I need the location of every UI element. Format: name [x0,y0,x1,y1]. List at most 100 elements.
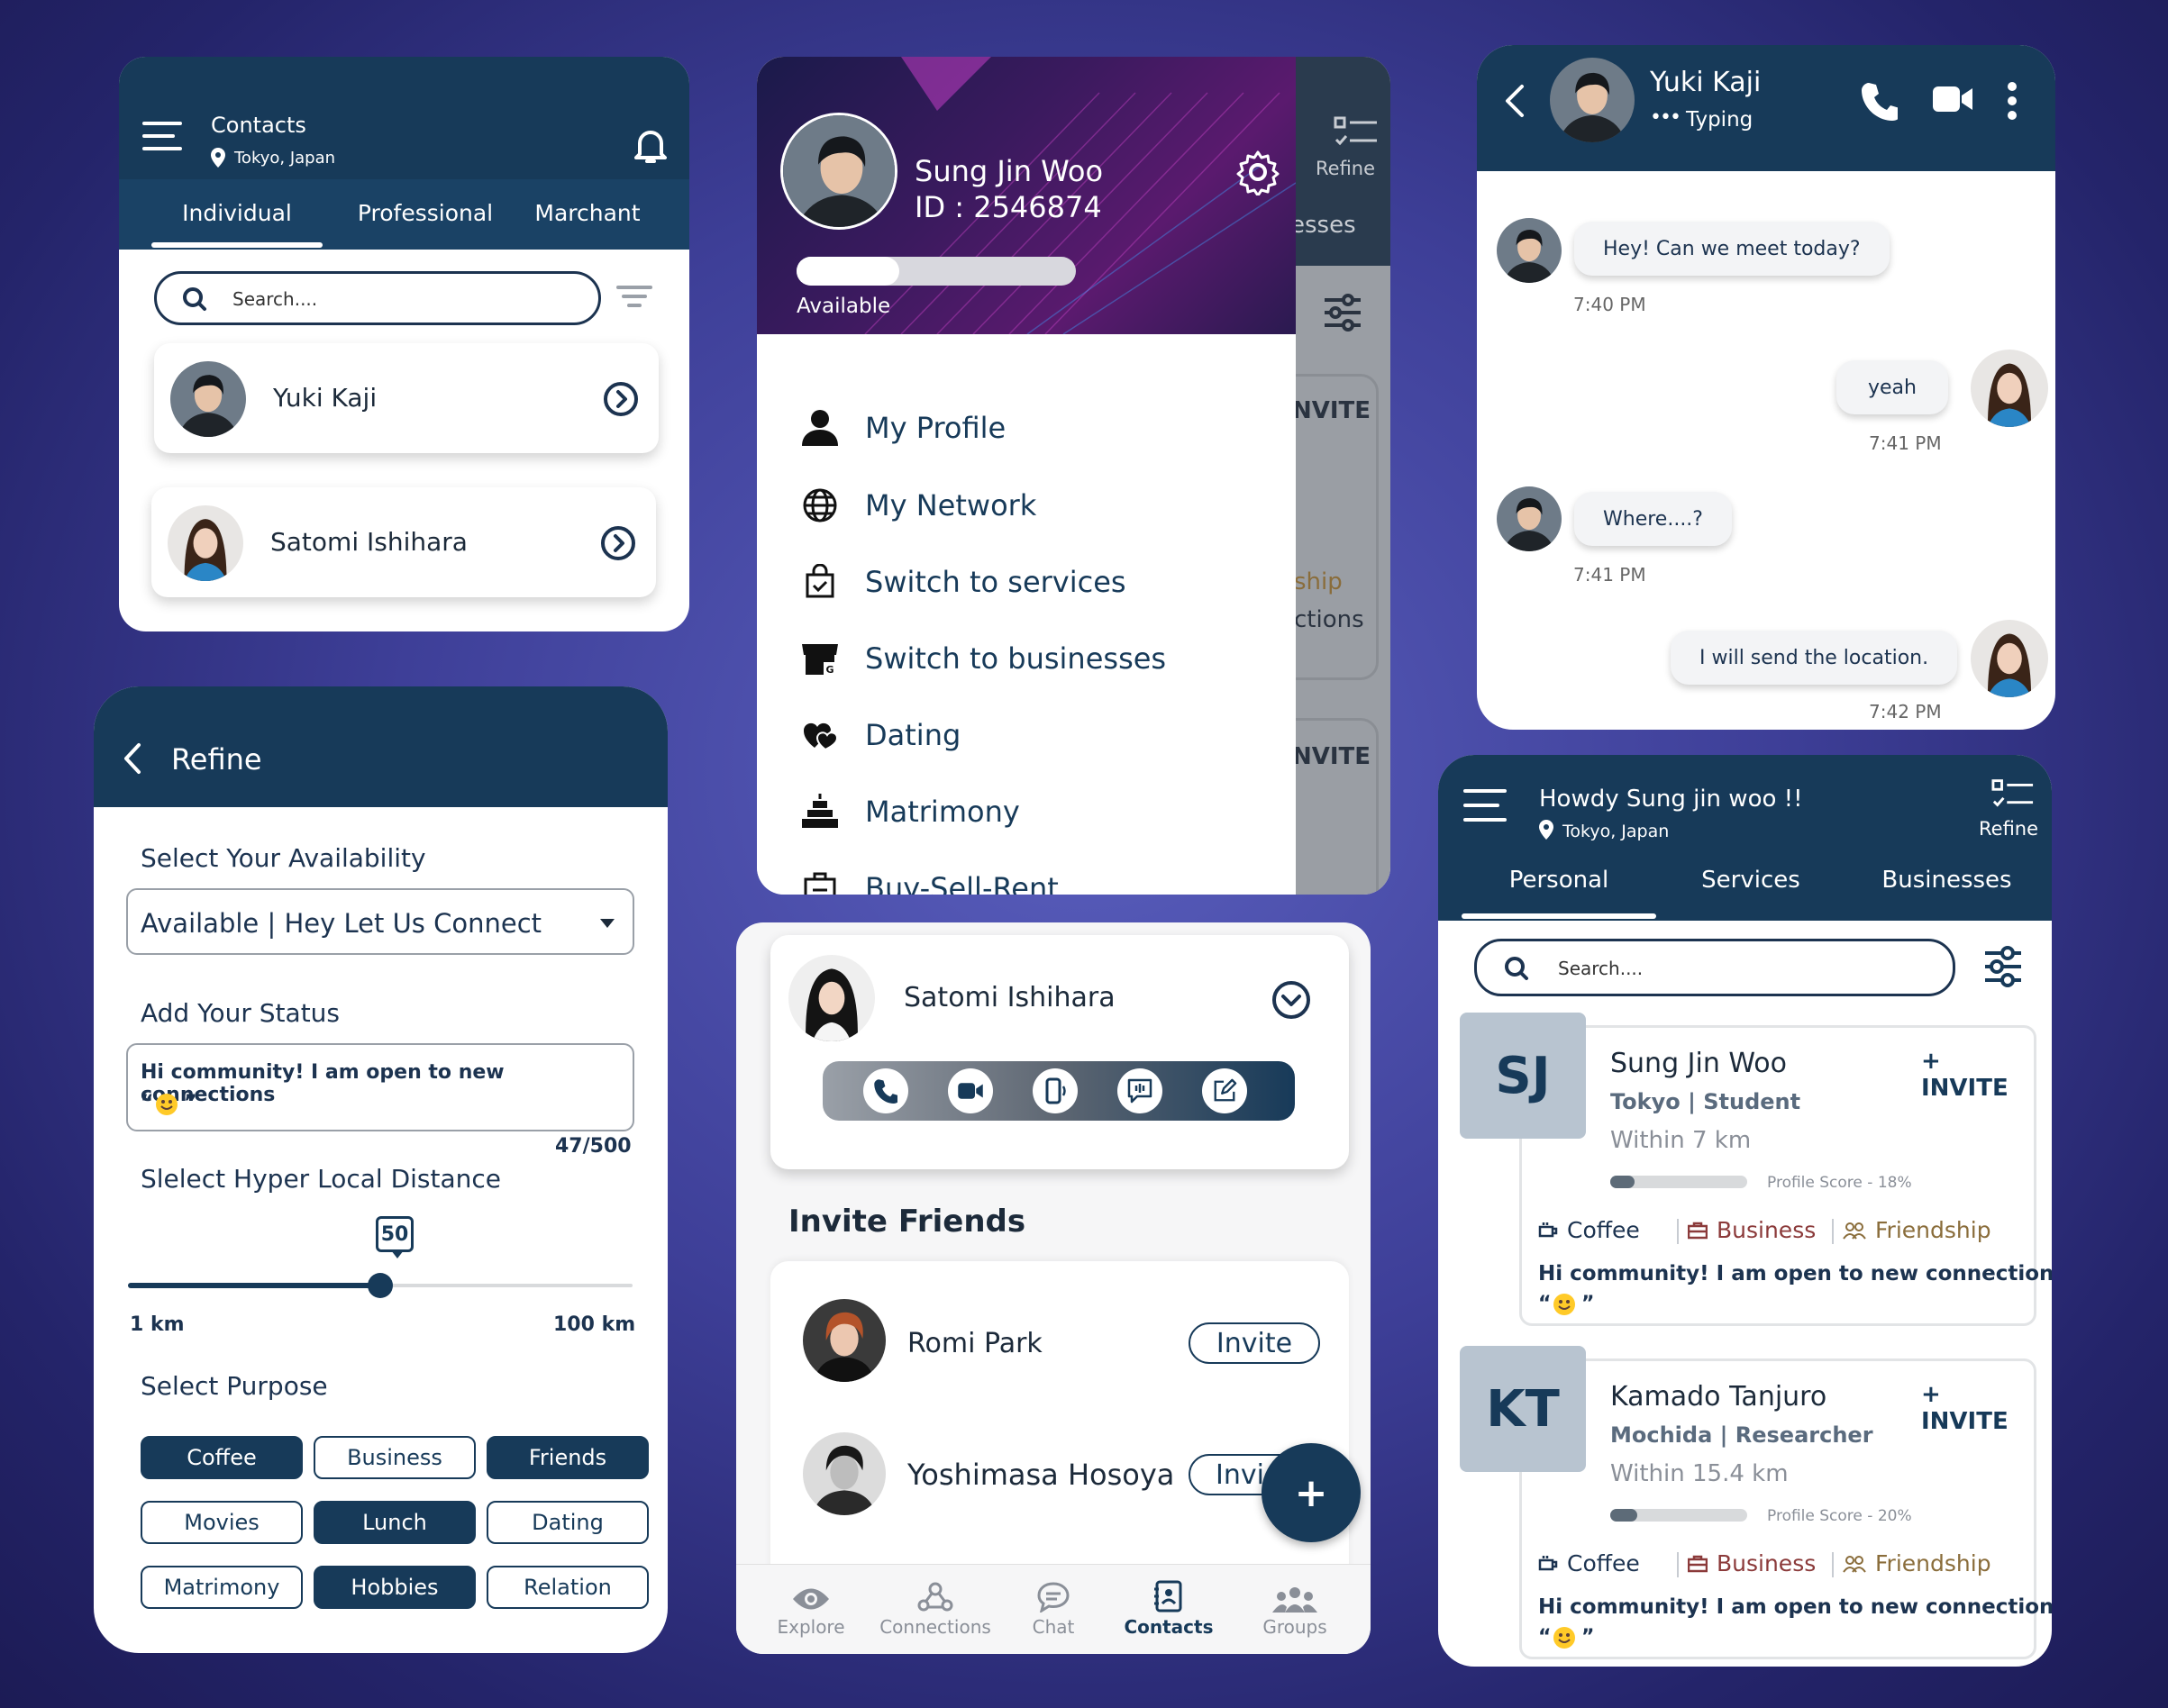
distance-slider[interactable] [128,1270,633,1301]
tag-friendship: Friendship [1843,1550,1991,1576]
purpose-chip[interactable]: Lunch [314,1501,476,1544]
smiley-emoji-icon [1553,1627,1575,1649]
purpose-chip[interactable]: Movies [141,1501,303,1544]
person-meta: Mochida | Researcher [1610,1422,1873,1448]
availability-select[interactable]: Available | Hey Let Us Connect [126,888,634,955]
tab-services[interactable]: Services [1656,867,1845,894]
tab-professional[interactable]: Professional [340,200,511,226]
tab-businesses[interactable]: Businesses [1845,867,2048,894]
menu-item-my-network[interactable]: My Network [757,469,1036,541]
menu-item-switch-services[interactable]: Switch to services [757,546,1126,618]
purpose-chip[interactable]: Hobbies [314,1566,476,1609]
chat-card: Yuki Kaji ••• Typing Hey! Can we meet to… [1477,45,2055,730]
nav-label: Connections [879,1616,991,1638]
purpose-chip[interactable]: Relation [487,1566,649,1609]
message-bubble[interactable]: yeah [1836,360,1948,414]
status-label: Available [797,295,891,318]
initials-avatar: KT [1460,1346,1586,1472]
person-card[interactable]: Kamado Tanjuro + INVITE Mochida | Resear… [1519,1358,2052,1659]
menu-item-dating[interactable]: Dating [757,699,961,771]
refine-label[interactable]: Refine [1979,818,2038,840]
contacts-tab-bar: Individual Professional Marchant [119,179,689,250]
invite-link[interactable]: + INVITE [1921,1381,2034,1435]
slider-pointer [391,1250,404,1258]
call-button[interactable] [863,1068,908,1113]
refine-list-icon [1334,116,1377,146]
contacts-header: Contacts Tokyo, Japan Individual Profess… [119,57,689,250]
menu-item-matrimony[interactable]: Matrimony [757,776,1020,848]
avatar [168,505,243,581]
sliders-icon[interactable] [1982,944,2024,989]
person-distance: Within 15.4 km [1610,1460,1789,1487]
briefcase-tag-icon [804,872,836,895]
search-icon [1505,957,1528,980]
slider-max-label: 100 km [553,1313,636,1336]
chevron-right-circle-icon[interactable] [603,381,639,417]
settings-gear-icon[interactable] [1234,149,1281,195]
connections-icon [917,1582,953,1612]
briefcase-icon [1688,1555,1708,1572]
purpose-chip[interactable]: Friends [487,1436,649,1479]
menu-item-buy-sell-rent[interactable]: Buy-Sell-Rent [757,852,1059,895]
menu-item-my-profile[interactable]: My Profile [757,392,1006,464]
personal-search-input[interactable]: Search.... [1474,939,1955,996]
bg-fragment: esses [1290,212,1356,239]
nav-label: Groups [1262,1616,1327,1638]
mobile-button[interactable] [1033,1068,1078,1113]
nav-contacts[interactable]: Contacts [1115,1580,1223,1638]
nav-connections[interactable]: Connections [868,1582,1003,1638]
nav-label: Chat [1032,1616,1075,1638]
more-vertical-icon[interactable] [2007,81,2018,121]
tab-marchant[interactable]: Marchant [502,200,673,226]
video-camera-icon [958,1083,983,1099]
back-arrow-icon[interactable] [123,742,142,775]
avatar [803,1432,886,1515]
location-pin-icon [211,148,225,168]
bell-icon[interactable] [634,125,667,165]
profile-avatar[interactable] [780,113,897,230]
status-textarea[interactable]: Hi community! I am open to new connectio… [126,1043,634,1131]
nav-chat[interactable]: Chat [1017,1582,1089,1638]
video-camera-icon[interactable] [1931,83,1974,115]
bg-fragment: ctions [1294,606,1364,633]
filter-icon[interactable] [616,284,652,311]
message-bubble[interactable]: Hey! Can we meet today? [1574,222,1890,276]
slider-fill [128,1283,380,1288]
refine-list-icon[interactable] [1991,778,2035,811]
message-time: 7:41 PM [1573,564,1646,586]
message-button[interactable] [1117,1068,1162,1113]
bottom-nav: Explore Connections Chat Contacts Groups [736,1564,1371,1654]
hamburger-menu-icon[interactable] [141,118,184,154]
purpose-chip[interactable]: Business [314,1436,476,1479]
invite-button[interactable]: Invite [1189,1322,1320,1364]
hamburger-menu-icon[interactable] [1462,786,1508,825]
chevron-right-circle-icon[interactable] [600,525,636,561]
person-bio: Hi community! I am open to new connectio… [1538,1595,2052,1619]
menu-item-switch-businesses[interactable]: G Switch to businesses [757,622,1166,695]
purpose-chip[interactable]: Coffee [141,1436,303,1479]
nav-groups[interactable]: Groups [1250,1585,1340,1638]
slider-thumb[interactable] [368,1273,393,1298]
chevron-down-circle-icon[interactable] [1271,980,1311,1020]
menu-label: Buy-Sell-Rent [865,871,1059,895]
phone-icon[interactable] [1862,81,1898,121]
invite-link[interactable]: + INVITE [1921,1048,2034,1102]
message-bubble[interactable]: I will send the location. [1671,631,1958,685]
tab-individual[interactable]: Individual [151,200,323,226]
nav-explore[interactable]: Explore [770,1585,852,1638]
message-bubble[interactable]: Where....? [1574,492,1732,546]
bg-fragment: NVITE [1292,743,1371,770]
hearts-icon [803,722,838,751]
purpose-chip[interactable]: Dating [487,1501,649,1544]
contacts-search-input[interactable]: Search.... [154,271,601,325]
video-call-button[interactable] [948,1068,993,1113]
add-fab[interactable]: + [1262,1443,1361,1542]
purpose-chip[interactable]: Matrimony [141,1566,303,1609]
chat-avatar[interactable] [1550,58,1635,142]
edit-button[interactable] [1202,1068,1247,1113]
tab-personal[interactable]: Personal [1462,867,1656,894]
person-card[interactable]: Sung Jin Woo + INVITE Tokyo | Student Wi… [1519,1025,2052,1326]
contact-row[interactable]: Satomi Ishihara [151,487,656,597]
back-arrow-icon[interactable] [1502,83,1526,119]
contact-row[interactable]: Yuki Kaji [154,343,659,453]
